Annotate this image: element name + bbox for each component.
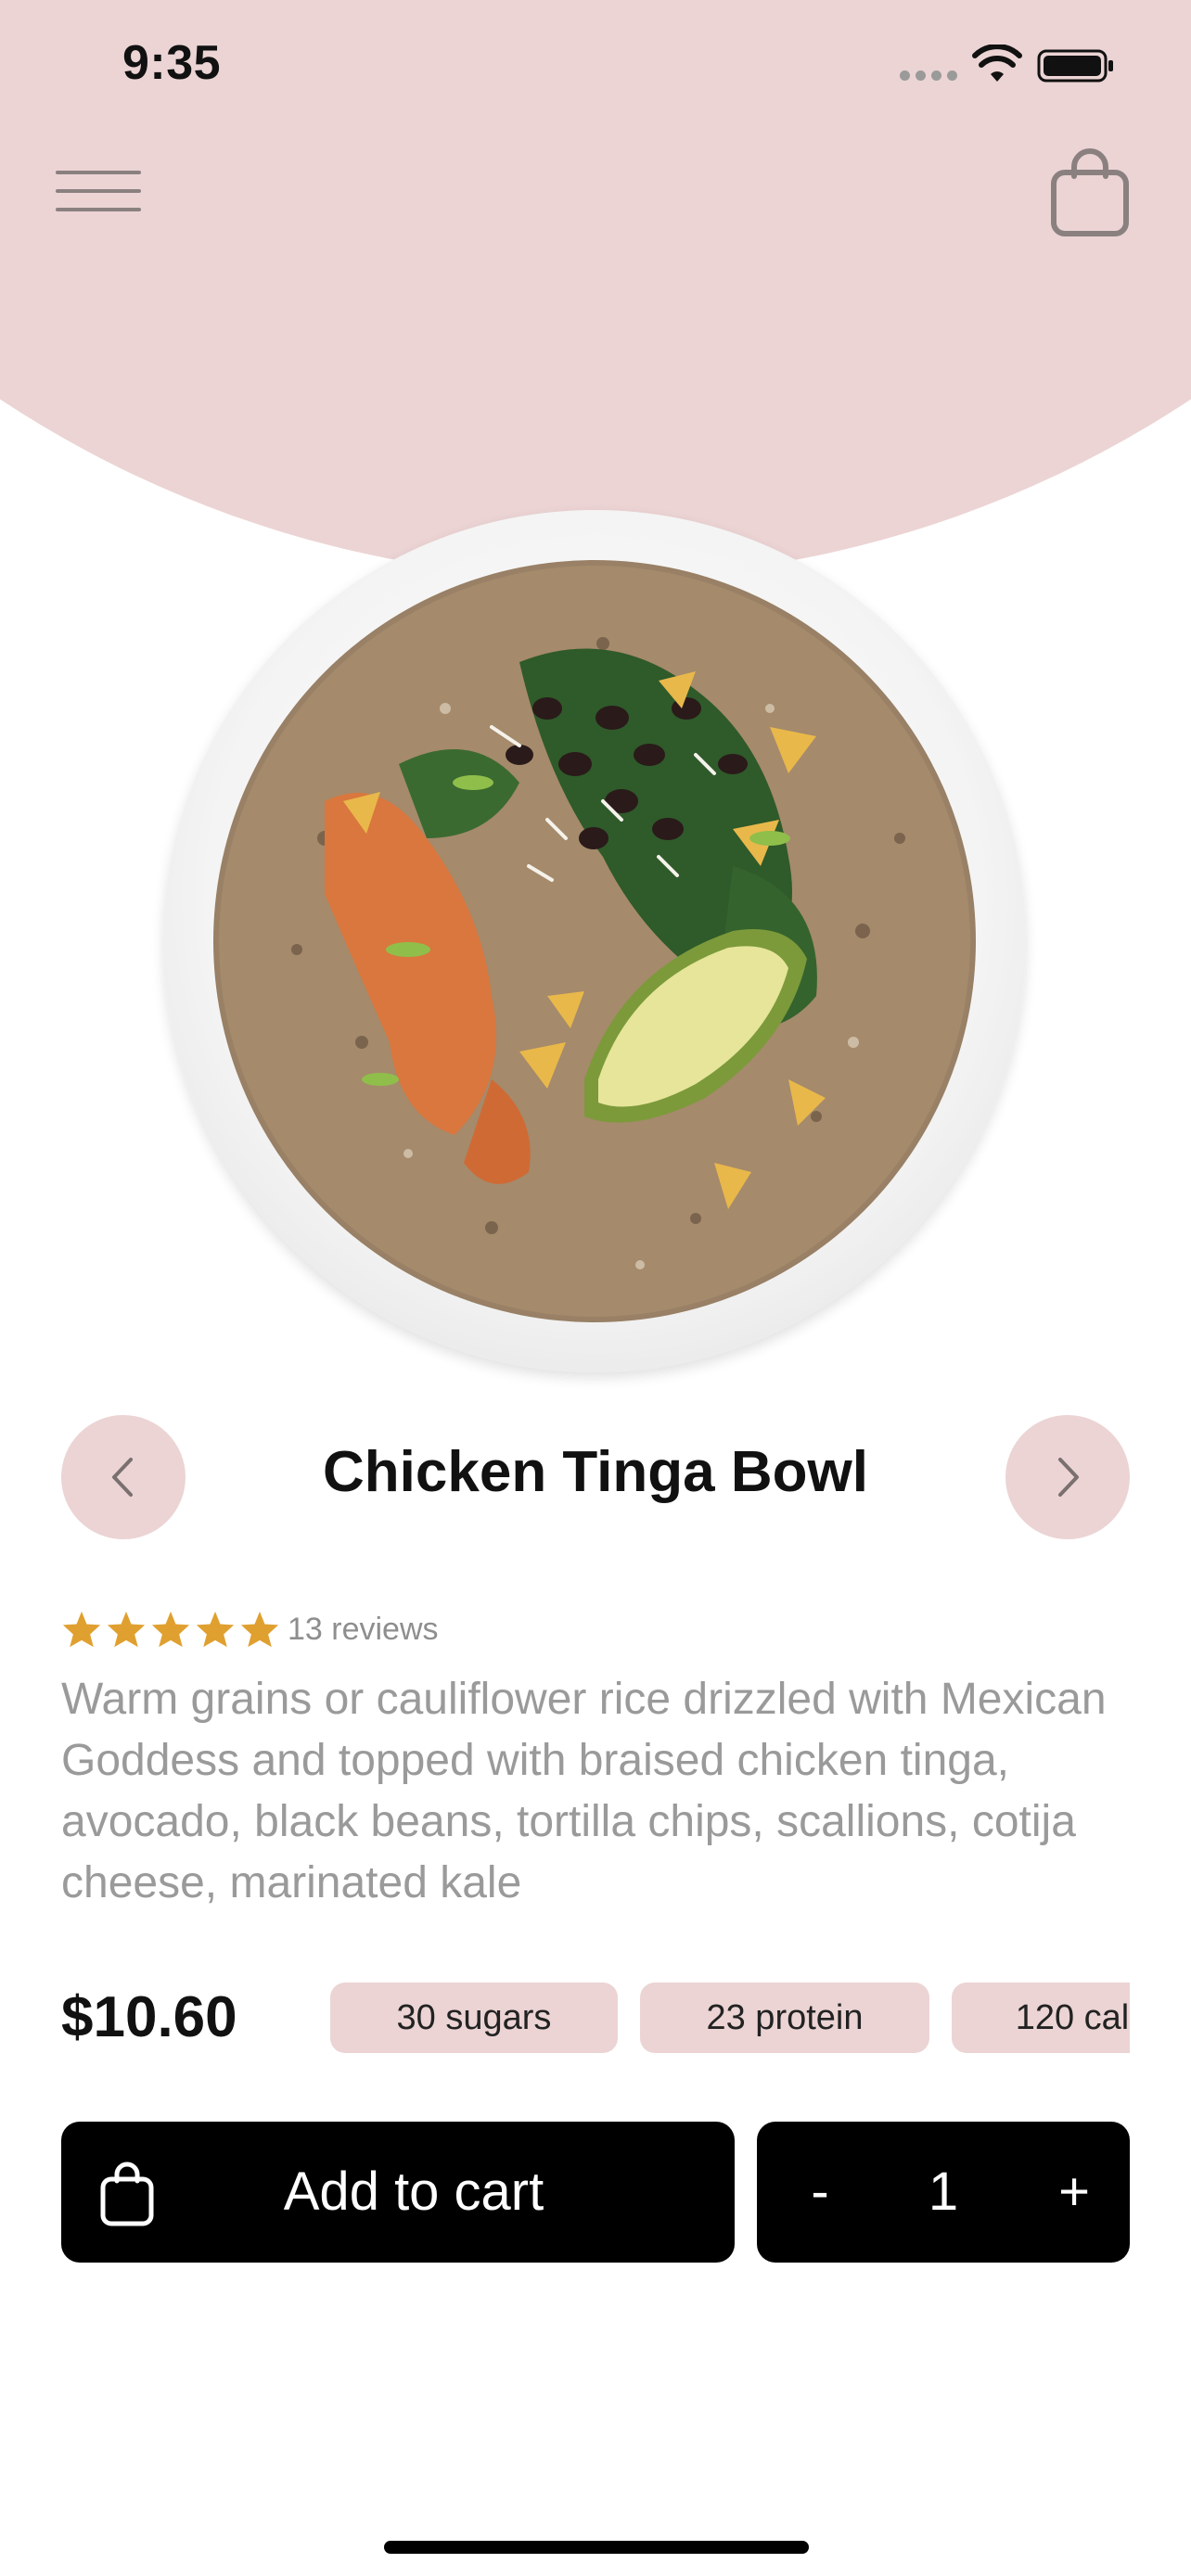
home-indicator[interactable]: [384, 2541, 809, 2554]
nutrition-chip-sugars: 30 sugars: [330, 1983, 618, 2053]
product-description: Warm grains or cauliflower rice drizzled…: [61, 1675, 1107, 1907]
bowl-food: [213, 560, 976, 1322]
battery-icon: [1037, 49, 1113, 83]
nutrition-chip-protein: 23 protein: [640, 1983, 929, 2053]
product-screen: 9:35 Chicken Tinga Bowl 13 reviews Warm …: [0, 0, 1191, 2576]
chevron-right-icon: [1058, 1458, 1079, 1497]
add-to-cart-button[interactable]: Add to cart: [61, 2122, 735, 2263]
nutrition-chip-calories: 120 cal: [952, 1983, 1130, 2053]
star-icon: [240, 1611, 279, 1648]
review-count[interactable]: 13 reviews: [288, 1612, 439, 1648]
star-icon: [151, 1611, 190, 1648]
status-time: 9:35: [122, 36, 222, 90]
shopping-bag-icon[interactable]: [1048, 147, 1132, 239]
cellular-icon: [900, 70, 957, 81]
quantity-stepper: - 1 +: [757, 2122, 1130, 2263]
hamburger-menu-icon[interactable]: [52, 163, 145, 219]
shopping-bag-icon: [100, 2162, 154, 2226]
product-price: $10.60: [61, 1985, 237, 2049]
wifi-icon: [972, 45, 1022, 82]
decrease-quantity-button[interactable]: -: [783, 2122, 857, 2263]
star-icon: [62, 1611, 101, 1648]
add-to-cart-label: Add to cart: [283, 2162, 544, 2222]
star-icon: [107, 1611, 146, 1648]
increase-quantity-button[interactable]: +: [1037, 2122, 1111, 2263]
next-item-button[interactable]: [1005, 1415, 1130, 1539]
star-rating: [61, 1610, 280, 1649]
star-icon: [196, 1611, 235, 1648]
rating-row: 13 reviews: [61, 1610, 439, 1649]
quantity-value: 1: [928, 2162, 959, 2222]
status-bar: 9:35: [0, 0, 1191, 130]
nutrition-chips[interactable]: 30 sugars 23 protein 120 cal: [330, 1983, 1130, 2057]
